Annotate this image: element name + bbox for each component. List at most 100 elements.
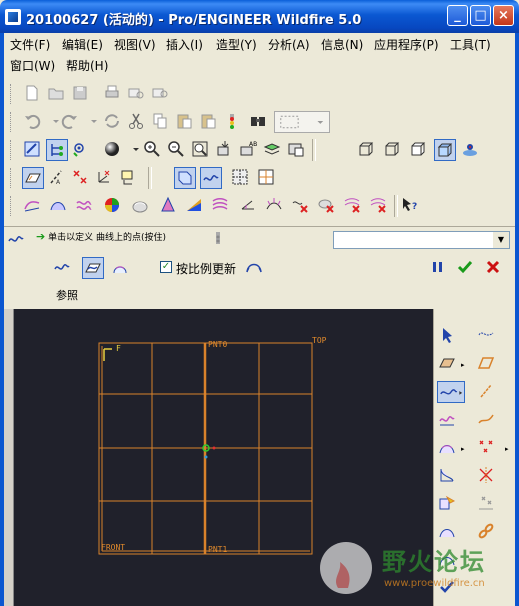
undo-dropdown-icon[interactable] — [46, 111, 59, 133]
internal-plane-icon[interactable] — [437, 353, 459, 375]
dropdown-arrow-icon[interactable]: ▸ — [461, 445, 465, 453]
datum-axis-display-icon[interactable]: A — [46, 167, 68, 189]
toolbar-grip[interactable] — [10, 84, 14, 104]
projected-points-icon[interactable] — [476, 493, 498, 515]
mail-attach-icon[interactable] — [150, 83, 172, 105]
menu-view[interactable]: 视图(V) — [114, 36, 156, 54]
scale-update-checkbox[interactable]: ✓ — [160, 261, 172, 273]
menu-window[interactable]: 窗口(W) — [10, 57, 55, 75]
cos-curve-icon[interactable] — [110, 257, 132, 279]
zoom-in-icon[interactable] — [142, 139, 164, 161]
toolbar-grip[interactable] — [10, 196, 14, 216]
curvature-analysis-icon[interactable] — [264, 195, 286, 217]
wireframe-icon[interactable] — [356, 139, 378, 161]
zoom-out-icon[interactable] — [166, 139, 188, 161]
redo-icon[interactable] — [60, 111, 82, 133]
dropdown-arrow-icon[interactable]: ▸ — [461, 361, 465, 369]
paste-icon[interactable] — [174, 111, 196, 133]
curve-options-icon[interactable] — [244, 257, 266, 279]
open-folder-icon[interactable] — [46, 83, 68, 105]
menu-help[interactable]: 帮助(H) — [66, 57, 108, 75]
left-splitter[interactable] — [4, 309, 14, 606]
slope-analysis-icon[interactable] — [184, 195, 206, 217]
menu-edit[interactable]: 编辑(E) — [62, 36, 103, 54]
accept-button[interactable] — [455, 257, 477, 279]
select-arrow-icon[interactable] — [437, 325, 459, 347]
refit-icon[interactable] — [190, 139, 212, 161]
style-curve-icon[interactable] — [200, 167, 222, 189]
spin-center-icon[interactable] — [460, 139, 482, 161]
regenerate-icon[interactable] — [102, 111, 124, 133]
style-datum-icon[interactable] — [174, 167, 196, 189]
datum-plane-display-icon[interactable] — [22, 167, 44, 189]
close-button[interactable]: × — [493, 5, 514, 26]
style-surface-icon[interactable] — [230, 167, 252, 189]
undo-icon[interactable] — [22, 111, 44, 133]
delete-all-icon[interactable] — [368, 195, 390, 217]
redo-dropdown-icon[interactable] — [84, 111, 97, 133]
no-hidden-icon[interactable] — [408, 139, 430, 161]
curve-from-surface-icon[interactable] — [437, 409, 459, 431]
menu-style[interactable]: 造型(Y) — [216, 36, 257, 54]
menu-analysis[interactable]: 分析(A) — [268, 36, 310, 54]
context-help-icon[interactable]: ? — [400, 195, 422, 217]
dropdown-arrow-icon[interactable]: ▸ — [505, 445, 509, 453]
planar-curve-icon[interactable] — [82, 257, 104, 279]
send-mail-icon[interactable] — [126, 83, 148, 105]
csys-display-icon[interactable] — [94, 167, 116, 189]
save-icon[interactable] — [70, 83, 92, 105]
dihedral-analysis-icon[interactable] — [238, 195, 260, 217]
shading-mode-icon[interactable] — [434, 139, 456, 161]
delete-points-icon[interactable] — [476, 465, 498, 487]
style-grid-icon[interactable] — [256, 167, 278, 189]
reference-tab[interactable]: 参照 — [56, 287, 78, 303]
new-file-icon[interactable] — [22, 83, 44, 105]
toolbar-grip[interactable] — [10, 112, 14, 132]
cut-icon[interactable] — [126, 111, 148, 133]
find-binoculars-icon[interactable] — [248, 111, 270, 133]
copy-icon[interactable] — [150, 111, 172, 133]
menu-file[interactable]: 文件(F) — [10, 36, 50, 54]
regen-manager-icon[interactable] — [222, 111, 244, 133]
hidden-line-icon[interactable] — [382, 139, 404, 161]
reorient-icon[interactable] — [214, 139, 236, 161]
selection-filter-box[interactable] — [274, 111, 330, 133]
reflection-analysis-icon[interactable] — [130, 195, 152, 217]
pause-button[interactable] — [428, 257, 450, 279]
menu-info[interactable]: 信息(N) — [321, 36, 363, 54]
set-active-plane-icon[interactable] — [476, 325, 498, 347]
model-tree-icon[interactable] — [46, 139, 68, 161]
saved-views-icon[interactable]: AB — [238, 139, 260, 161]
shading-sphere-icon[interactable] — [102, 139, 124, 161]
shading-dropdown-icon[interactable] — [126, 139, 139, 161]
view-manager-icon[interactable] — [286, 139, 308, 161]
menu-insert[interactable]: 插入(I) — [166, 36, 203, 54]
color-analysis-icon[interactable] — [102, 195, 124, 217]
draft-analysis-icon[interactable] — [158, 195, 180, 217]
layers-icon[interactable] — [262, 139, 284, 161]
free-curve-icon[interactable] — [52, 257, 74, 279]
section-analysis-icon[interactable] — [210, 195, 232, 217]
surface-patch-icon[interactable] — [48, 195, 70, 217]
create-curve-icon[interactable] — [437, 381, 465, 403]
datum-point-display-icon[interactable] — [70, 167, 92, 189]
toolbar-grip[interactable] — [10, 140, 14, 160]
trim-surface-icon[interactable] — [437, 465, 459, 487]
named-view-icon[interactable] — [70, 139, 92, 161]
paste-special-icon[interactable] — [198, 111, 220, 133]
menu-tools[interactable]: 工具(T) — [450, 36, 491, 54]
curve-on-surface-icon[interactable] — [22, 195, 44, 217]
plane-outline-icon[interactable] — [476, 353, 498, 375]
line-segment-icon[interactable] — [476, 381, 498, 403]
surface-curve-icon[interactable] — [437, 437, 459, 459]
curve-offset-icon[interactable] — [74, 195, 96, 217]
points-icon[interactable] — [476, 437, 498, 459]
delete-analysis-icon[interactable] — [290, 195, 312, 217]
copy-curve-icon[interactable] — [437, 493, 459, 515]
toolbar-grip[interactable] — [10, 168, 14, 188]
annotation-display-icon[interactable] — [118, 167, 140, 189]
delete-curvature-icon[interactable] — [316, 195, 338, 217]
menu-applications[interactable]: 应用程序(P) — [374, 36, 439, 54]
chevron-down-icon[interactable]: ▼ — [493, 232, 509, 248]
sketch-icon[interactable] — [22, 139, 44, 161]
